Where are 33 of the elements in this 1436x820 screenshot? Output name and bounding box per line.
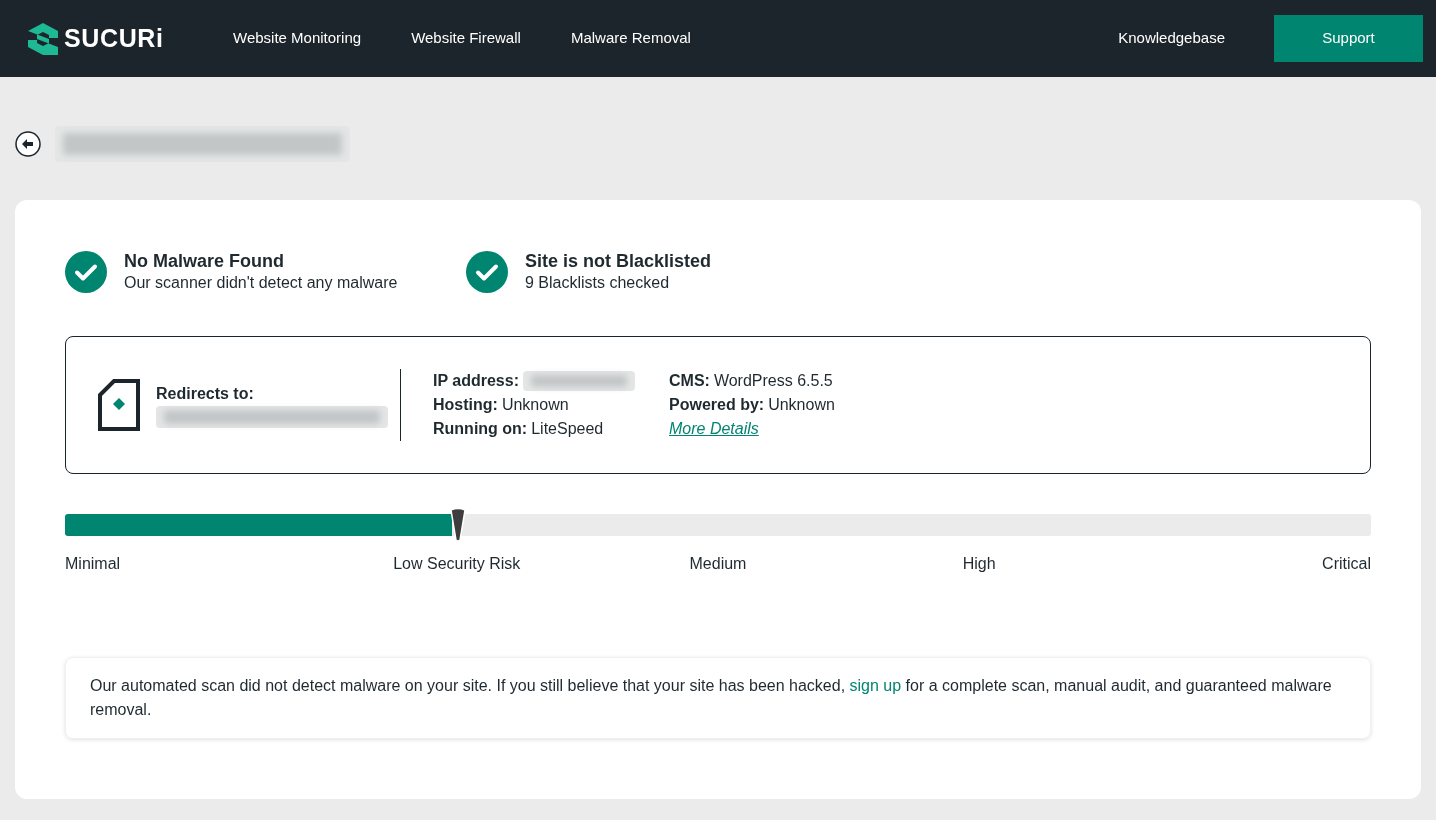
risk-level-label: Low Security Risk [393, 554, 521, 574]
info-label: CMS: [669, 371, 710, 391]
risk-level-label: Critical [1322, 554, 1371, 574]
info-value: LiteSpeed [531, 419, 604, 439]
info-value: Unknown [768, 395, 835, 415]
knowledgebase-link[interactable]: Knowledgebase [1118, 27, 1225, 50]
risk-level-label: High [962, 554, 996, 574]
check-circle-icon [466, 251, 508, 293]
info-label: Powered by: [669, 395, 765, 415]
status-title: Site is not Blacklisted [525, 250, 712, 272]
risk-pointer-icon [449, 508, 466, 542]
support-button[interactable]: Support [1274, 15, 1423, 62]
status-subtitle: Our scanner didn't detect any malware [124, 273, 398, 293]
document-icon [98, 379, 140, 431]
logo-wordmark: SUCURi [64, 22, 164, 54]
info-value: WordPress 6.5.5 [713, 371, 833, 391]
logo-icon [28, 22, 58, 55]
status-title: No Malware Found [124, 250, 285, 272]
nav-link[interactable]: Website Monitoring [233, 27, 362, 50]
risk-level-label: Medium [689, 554, 747, 574]
info-value: Unknown [501, 395, 569, 415]
redirects-label: Redirects to: [156, 384, 255, 404]
nav-link[interactable]: Malware Removal [570, 27, 691, 50]
info-label: Running on: [433, 419, 528, 439]
check-circle-icon [65, 251, 107, 293]
nav-link[interactable]: Website Firewall [411, 27, 521, 50]
more-details-link[interactable]: More Details [669, 417, 759, 441]
info-label: Hosting: [433, 395, 498, 415]
status-subtitle: 9 Blacklists checked [525, 273, 671, 293]
risk-level-label: Minimal [65, 554, 121, 574]
info-label: IP address: [433, 371, 519, 391]
sign-up-link[interactable]: sign up [849, 677, 902, 694]
notice-text: Our automated scan did not detect malware on your site. If you still believe that your site has been hacked, sign up for a complete scan, manual audit, and guaranteed malware removal. [90, 676, 1333, 720]
